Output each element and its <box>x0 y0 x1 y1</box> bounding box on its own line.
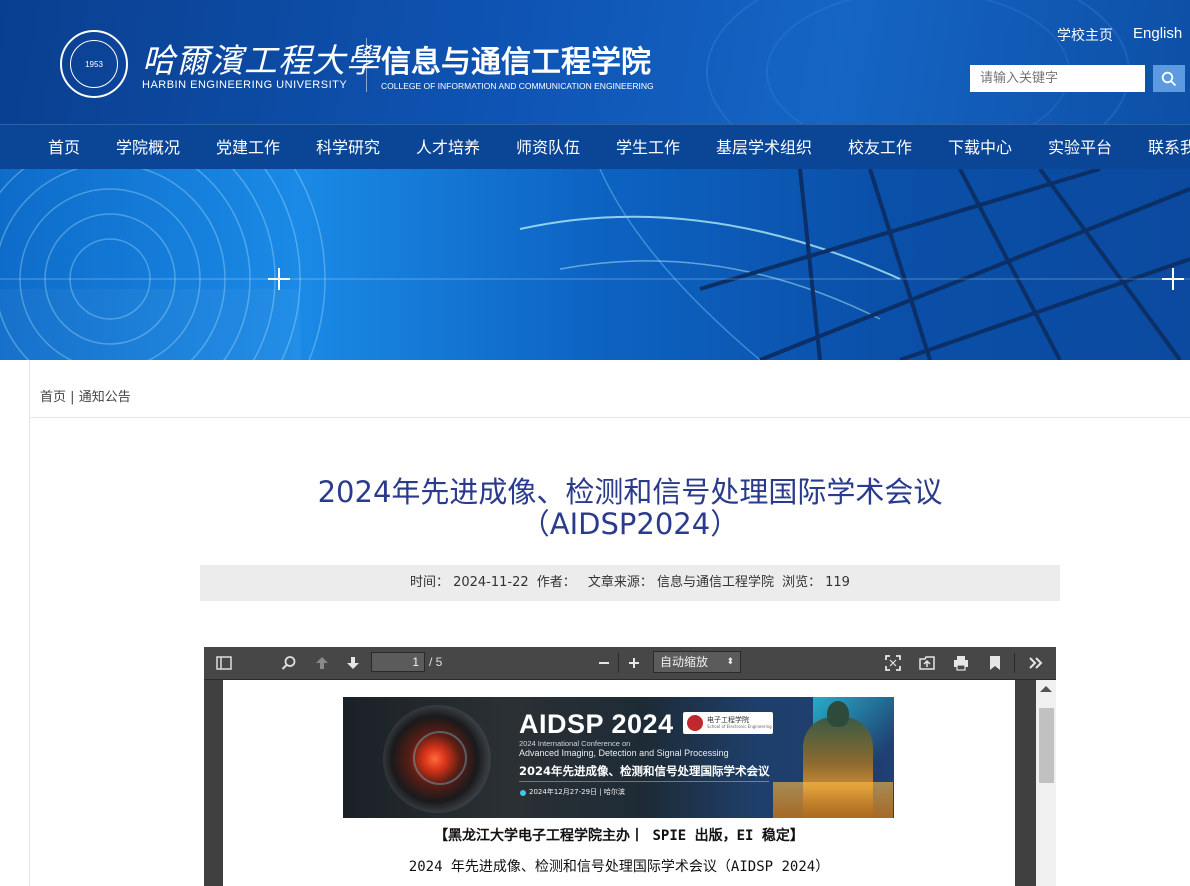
meta-author-label: 作者： <box>536 575 576 590</box>
breadcrumb-separator: | <box>70 390 75 405</box>
page-number-input[interactable]: 1 <box>371 652 425 672</box>
zoom-select[interactable]: 自动缩放 ⬍ <box>653 651 741 673</box>
banner-graphic <box>0 169 1190 360</box>
meta-source: 信息与通信工程学院 <box>656 575 774 590</box>
university-name-cn: 哈爾濱工程大學 <box>142 41 380 80</box>
lens-ring-graphic <box>413 731 467 785</box>
presentation-mode-button[interactable] <box>882 653 904 673</box>
toolbar-separator <box>1014 653 1015 673</box>
english-link[interactable]: English <box>1133 25 1182 42</box>
meta-views-label: 浏览： <box>782 575 822 590</box>
page-count: / 5 <box>429 655 443 669</box>
meta-source-label: 文章来源： <box>587 575 653 590</box>
poster-divider <box>519 781 769 782</box>
nav-item-faculty[interactable]: 师资队伍 <box>516 125 580 170</box>
article-title-line: （AIDSP2024） <box>520 507 740 541</box>
search-icon <box>1161 71 1177 86</box>
college-name-cn: 信息与通信工程学院 <box>381 45 651 80</box>
nav-item-students[interactable]: 学生工作 <box>616 125 680 170</box>
header-decoration <box>766 0 1070 124</box>
content-left-border <box>29 360 30 886</box>
meta-time-label: 时间： <box>410 575 450 590</box>
poster-cn-title: 2024年先进成像、检测和信号处理国际学术会议 <box>519 764 770 778</box>
scroll-up-icon[interactable] <box>1040 686 1052 692</box>
main-nav: 首页 学院概况 党建工作 科学研究 人才培养 师资队伍 学生工作 基层学术组织 … <box>0 124 1190 170</box>
previous-page-button[interactable] <box>311 653 333 673</box>
pdf-scrollbar[interactable] <box>1036 680 1056 886</box>
tools-button[interactable] <box>1025 653 1047 673</box>
zoom-select-value: 自动缩放 <box>660 655 709 669</box>
bookmark-icon <box>990 656 1000 670</box>
poster-en-line1: 2024 International Conference on <box>519 739 631 748</box>
scrollbar-thumb[interactable] <box>1039 708 1054 783</box>
search-input[interactable] <box>970 65 1145 92</box>
nav-item-party[interactable]: 党建工作 <box>216 125 280 170</box>
meta-time: 2024-11-22 <box>453 575 529 590</box>
poster-date: 2024年12月27-29日 | 哈尔滨 <box>529 788 625 796</box>
article-title: 2024年先进成像、检测和信号处理国际学术会议 （AIDSP2024） <box>250 476 1010 540</box>
college-name-en: COLLEGE OF INFORMATION AND COMMUNICATION… <box>381 81 654 91</box>
poster-title: AIDSP 2024 <box>519 709 674 739</box>
logo-inner-ring: 1953 <box>70 40 118 88</box>
nav-item-lab[interactable]: 实验平台 <box>1048 125 1112 170</box>
sidebar-toggle-icon <box>216 656 232 670</box>
university-logo[interactable]: 1953 <box>60 30 128 98</box>
nav-item-downloads[interactable]: 下载中心 <box>948 125 1012 170</box>
toolbar-separator <box>618 653 619 673</box>
nav-item-education[interactable]: 人才培养 <box>416 125 480 170</box>
tools-icon <box>1029 657 1043 669</box>
find-icon <box>281 656 296 670</box>
pdf-text-line: 2024 年先进成像、检测和信号处理国际学术会议（AIDSP 2024） <box>408 859 830 875</box>
poster-badge: 电子工程学院 School of Electronic Engineering <box>683 712 773 734</box>
pdf-text-line: 【黑龙江大学电子工程学院主办丨 SPIE 出版，EI 稳定】 <box>434 828 804 844</box>
pdf-gutter <box>1015 680 1036 886</box>
breadcrumb-current[interactable]: 通知公告 <box>79 390 131 405</box>
print-button[interactable] <box>950 653 972 673</box>
print-icon <box>954 656 968 671</box>
conference-poster: AIDSP 2024 电子工程学院 School of Electronic E… <box>343 697 894 818</box>
zoom-out-icon <box>599 662 609 664</box>
university-home-link[interactable]: 学校主页 <box>1057 25 1113 45</box>
header-divider <box>366 38 367 92</box>
nav-item-academic-org[interactable]: 基层学术组织 <box>716 125 812 170</box>
nav-item-contact[interactable]: 联系我 <box>1148 125 1190 170</box>
article-meta: 时间： 2024-11-22 作者： 文章来源： 信息与通信工程学院 浏览： 119 <box>200 565 1060 601</box>
search-button[interactable] <box>1153 65 1185 92</box>
school-logo-icon <box>687 715 703 731</box>
pdf-viewer: 1 / 5 自动缩放 ⬍ AIDSP 2024 电子工程学院 School of… <box>204 647 1056 886</box>
open-file-button[interactable] <box>916 653 938 673</box>
bookmark-button[interactable] <box>984 653 1006 673</box>
next-page-button[interactable] <box>342 653 364 673</box>
hero-banner <box>0 169 1190 360</box>
nav-item-home[interactable]: 首页 <box>48 125 80 170</box>
chevron-updown-icon: ⬍ <box>726 657 734 667</box>
university-name-en: HARBIN ENGINEERING UNIVERSITY <box>142 79 348 91</box>
nav-item-research[interactable]: 科学研究 <box>316 125 380 170</box>
open-file-icon <box>919 656 935 670</box>
zoom-in-icon <box>629 658 639 668</box>
previous-page-icon <box>316 657 328 669</box>
poster-en-line2: Advanced Imaging, Detection and Signal P… <box>519 748 729 758</box>
nav-item-about[interactable]: 学院概况 <box>116 125 180 170</box>
sidebar-toggle-button[interactable] <box>213 653 235 673</box>
logo-year: 1953 <box>85 59 103 69</box>
site-header: 1953 哈爾濱工程大學 HARBIN ENGINEERING UNIVERSI… <box>0 0 1190 124</box>
zoom-out-button[interactable] <box>593 653 615 673</box>
meta-views: 119 <box>825 575 850 590</box>
pdf-toolbar: 1 / 5 自动缩放 ⬍ <box>204 647 1056 680</box>
pdf-page: AIDSP 2024 电子工程学院 School of Electronic E… <box>223 680 1015 886</box>
presentation-mode-icon <box>885 655 901 671</box>
poster-dot-icon <box>520 790 526 796</box>
zoom-in-button[interactable] <box>623 653 645 673</box>
breadcrumb: 首页 | 通知公告 <box>40 386 131 405</box>
nav-item-alumni[interactable]: 校友工作 <box>848 125 912 170</box>
next-page-icon <box>347 657 359 669</box>
church-dome-graphic <box>827 701 849 727</box>
find-button[interactable] <box>278 653 300 673</box>
breadcrumb-home[interactable]: 首页 <box>40 390 66 405</box>
breadcrumb-divider <box>30 417 1190 418</box>
city-lights-graphic <box>773 782 893 818</box>
article-title-line: 2024年先进成像、检测和信号处理国际学术会议 <box>317 475 943 509</box>
poster-badge-en: School of Electronic Engineering <box>707 724 772 729</box>
